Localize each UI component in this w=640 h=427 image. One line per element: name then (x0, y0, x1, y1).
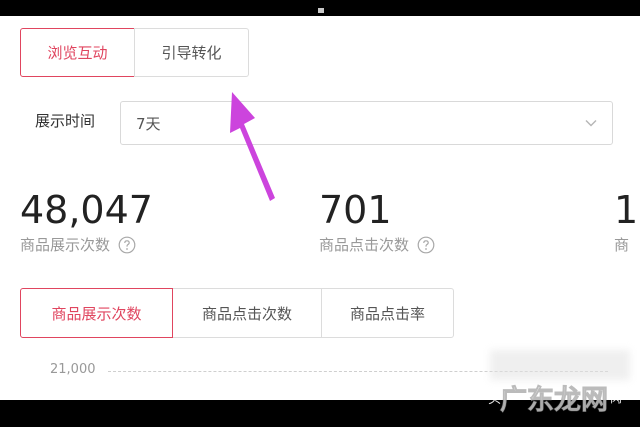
tab-impressions[interactable]: 商品展示次数 (20, 288, 173, 338)
bottom-black-bar (0, 400, 640, 427)
metric-label: 商品点击次数 (319, 236, 410, 254)
metric-clicks: 701 商品点击次数 (319, 188, 435, 255)
chart-grid-line (108, 371, 608, 372)
tab-clicks[interactable]: 商品点击次数 (172, 288, 322, 338)
time-range-select[interactable]: 7天 (120, 101, 613, 145)
metric-value: 1 (614, 188, 639, 232)
top-black-bar (0, 0, 640, 16)
top-bar-marker (318, 8, 324, 13)
tab-guide-convert[interactable]: 引导转化 (134, 28, 249, 77)
watermark-blur (490, 350, 630, 380)
chart-y-tick: 21,000 (50, 362, 96, 377)
metric-value: 48,047 (20, 188, 153, 232)
metric-label: 商品展示次数 (20, 236, 111, 254)
time-range-value: 7天 (136, 115, 161, 133)
question-circle-icon[interactable] (417, 236, 435, 254)
screenshot-frame: 浏览互动 引导转化 展示时间 7天 48,047 商品展示次数 701 商品点击… (0, 0, 640, 427)
metric-value: 701 (319, 188, 392, 232)
metric-impressions: 48,047 商品展示次数 (20, 188, 153, 255)
chevron-down-icon (585, 120, 597, 127)
tab-click-rate[interactable]: 商品点击率 (321, 288, 454, 338)
metric-tabs: 商品展示次数 商品点击次数 商品点击率 (20, 288, 454, 338)
tab-browse-interact[interactable]: 浏览互动 (20, 28, 135, 77)
view-tabs: 浏览互动 引导转化 (20, 28, 249, 77)
question-circle-icon[interactable] (118, 236, 136, 254)
time-filter-label: 展示时间 (35, 112, 96, 130)
metric-label: 商 (614, 236, 630, 254)
metric-click-rate-partial: 1 商 (614, 188, 640, 255)
